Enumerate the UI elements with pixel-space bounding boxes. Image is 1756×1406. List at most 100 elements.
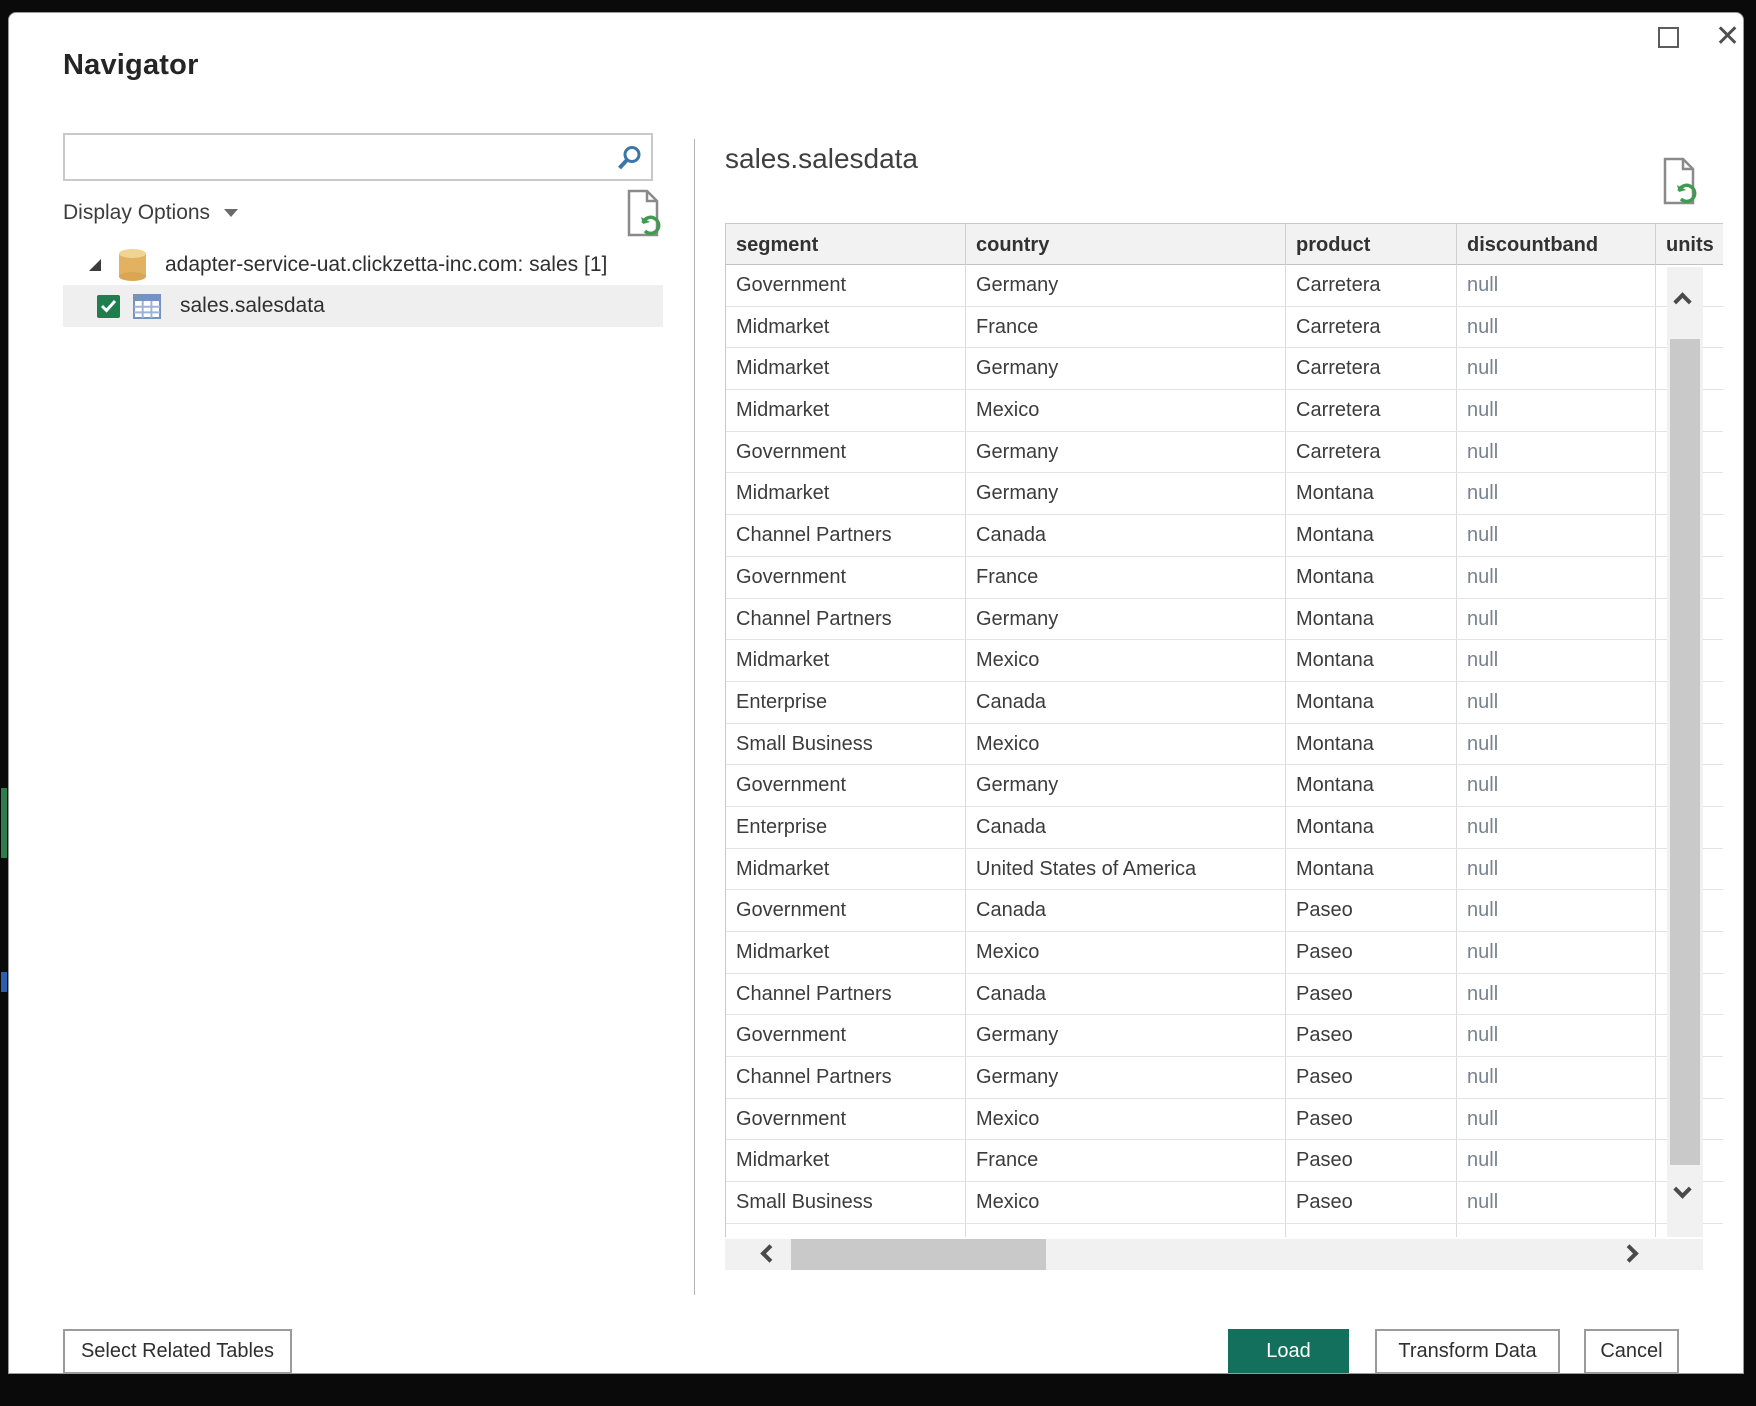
table-cell: Channel Partners xyxy=(726,515,966,557)
table-cell: Montana xyxy=(1286,724,1457,766)
horizontal-scrollbar-thumb[interactable] xyxy=(791,1239,1046,1270)
column-header-country: country xyxy=(966,223,1286,265)
table-cell: Mexico xyxy=(966,1182,1286,1224)
table-cell: Canada xyxy=(966,682,1286,724)
table-cell: Canada xyxy=(966,807,1286,849)
table-row: GovernmentGermanyMontananull xyxy=(726,765,1723,807)
table-cell: Government xyxy=(726,432,966,474)
scroll-down-icon[interactable] xyxy=(1673,1180,1691,1198)
expand-collapse-icon[interactable] xyxy=(89,259,101,271)
refresh-preview-icon[interactable] xyxy=(1661,157,1697,205)
table-cell: Mexico xyxy=(966,724,1286,766)
table-row: Small BusinessMexicoPaseonull xyxy=(726,1182,1723,1224)
table-cell: Midmarket xyxy=(726,640,966,682)
table-cell: Government xyxy=(726,1099,966,1141)
table-cell: Carretera xyxy=(1286,307,1457,349)
table-row: EnterpriseCanadaMontananull xyxy=(726,682,1723,724)
table-cell: null xyxy=(1457,557,1656,599)
table-cell: Channel Partners xyxy=(726,1057,966,1099)
table-cell: Montana xyxy=(1286,849,1457,891)
table-cell: Paseo xyxy=(1286,1015,1457,1057)
tree-node-database[interactable]: adapter-service-uat.clickzetta-inc.com: … xyxy=(63,246,663,284)
table-cell: Enterprise xyxy=(726,807,966,849)
vertical-scrollbar[interactable] xyxy=(1667,267,1703,1237)
table-cell: Midmarket xyxy=(726,390,966,432)
table-cell: Germany xyxy=(966,432,1286,474)
chevron-down-icon xyxy=(224,209,238,217)
search-box xyxy=(63,133,653,181)
table-row: Small BusinessMexicoMontananull xyxy=(726,724,1723,766)
table-cell: null xyxy=(1457,1015,1656,1057)
table-cell: Paseo xyxy=(1286,1057,1457,1099)
preview-body: GovernmentGermanyCarreteranullMidmarketF… xyxy=(726,265,1723,1224)
close-icon[interactable]: ✕ xyxy=(1715,17,1740,57)
table-cell: Montana xyxy=(1286,557,1457,599)
checkbox-checked[interactable] xyxy=(97,295,120,318)
table-cell: Channel Partners xyxy=(726,974,966,1016)
table-cell: null xyxy=(1457,473,1656,515)
table-cell: Paseo xyxy=(1286,890,1457,932)
table-cell: Paseo xyxy=(1286,932,1457,974)
table-cell: null xyxy=(1457,640,1656,682)
preview-table: segmentcountryproductdiscountbandunits G… xyxy=(725,223,1723,1237)
table-cell: null xyxy=(1457,1182,1656,1224)
transform-data-button[interactable]: Transform Data xyxy=(1375,1329,1560,1374)
table-cell: null xyxy=(1457,932,1656,974)
table-cell: Germany xyxy=(966,1057,1286,1099)
table-cell: Paseo xyxy=(1286,974,1457,1016)
search-input[interactable] xyxy=(73,139,603,175)
table-cell: Germany xyxy=(966,599,1286,641)
table-cell: null xyxy=(1457,849,1656,891)
table-row: MidmarketGermanyMontananull xyxy=(726,473,1723,515)
horizontal-scrollbar[interactable] xyxy=(725,1239,1703,1270)
table-cell: null xyxy=(1457,390,1656,432)
tree-node-label[interactable]: sales.salesdata xyxy=(180,294,325,318)
table-cell: Midmarket xyxy=(726,473,966,515)
table-row: MidmarketGermanyCarreteranull xyxy=(726,348,1723,390)
table-row: Channel PartnersCanadaPaseonull xyxy=(726,974,1723,1016)
scroll-right-icon[interactable] xyxy=(1620,1244,1638,1262)
vertical-scrollbar-thumb[interactable] xyxy=(1670,339,1700,1165)
scroll-left-icon[interactable] xyxy=(760,1244,778,1262)
table-row: GovernmentCanadaPaseonull xyxy=(726,890,1723,932)
table-cell: Midmarket xyxy=(726,1140,966,1182)
table-row: MidmarketMexicoPaseonull xyxy=(726,932,1723,974)
column-header-product: product xyxy=(1286,223,1457,265)
load-button[interactable]: Load xyxy=(1228,1329,1349,1374)
table-cell: Montana xyxy=(1286,640,1457,682)
table-cell: null xyxy=(1457,724,1656,766)
table-cell: Government xyxy=(726,890,966,932)
table-cell: Germany xyxy=(966,473,1286,515)
table-cell: Montana xyxy=(1286,807,1457,849)
table-cell: null xyxy=(1457,1057,1656,1099)
preview-title: sales.salesdata xyxy=(725,143,918,175)
tree-node-label[interactable]: adapter-service-uat.clickzetta-inc.com: … xyxy=(165,253,607,277)
tree-node-table-selected[interactable]: sales.salesdata xyxy=(63,285,663,327)
table-cell: Carretera xyxy=(1286,390,1457,432)
table-cell: Government xyxy=(726,1015,966,1057)
table-cell: null xyxy=(1457,515,1656,557)
table-cell: Midmarket xyxy=(726,307,966,349)
table-row: MidmarketMexicoMontananull xyxy=(726,640,1723,682)
table-row: EnterpriseCanadaMontananull xyxy=(726,807,1723,849)
preview-header-row: segmentcountryproductdiscountbandunits xyxy=(726,223,1723,265)
select-related-tables-button[interactable]: Select Related Tables xyxy=(63,1329,292,1374)
table-cell: null xyxy=(1457,974,1656,1016)
table-cell: null xyxy=(1457,765,1656,807)
cancel-button[interactable]: Cancel xyxy=(1584,1329,1679,1374)
refresh-preview-icon-left[interactable] xyxy=(625,189,661,237)
table-cell: Mexico xyxy=(966,932,1286,974)
table-cell: Montana xyxy=(1286,765,1457,807)
scroll-up-icon[interactable] xyxy=(1673,292,1691,310)
table-cell: null xyxy=(1457,265,1656,307)
table-row: MidmarketMexicoCarreteranull xyxy=(726,390,1723,432)
maximize-button[interactable] xyxy=(1658,27,1679,48)
table-cell: Germany xyxy=(966,765,1286,807)
table-cell: Mexico xyxy=(966,390,1286,432)
table-row: Channel PartnersGermanyPaseonull xyxy=(726,1057,1723,1099)
table-cell: Mexico xyxy=(966,1099,1286,1141)
display-options-dropdown[interactable]: Display Options xyxy=(63,201,238,225)
table-cell: Government xyxy=(726,265,966,307)
table-row: GovernmentMexicoPaseonull xyxy=(726,1099,1723,1141)
table-cell: Germany xyxy=(966,265,1286,307)
